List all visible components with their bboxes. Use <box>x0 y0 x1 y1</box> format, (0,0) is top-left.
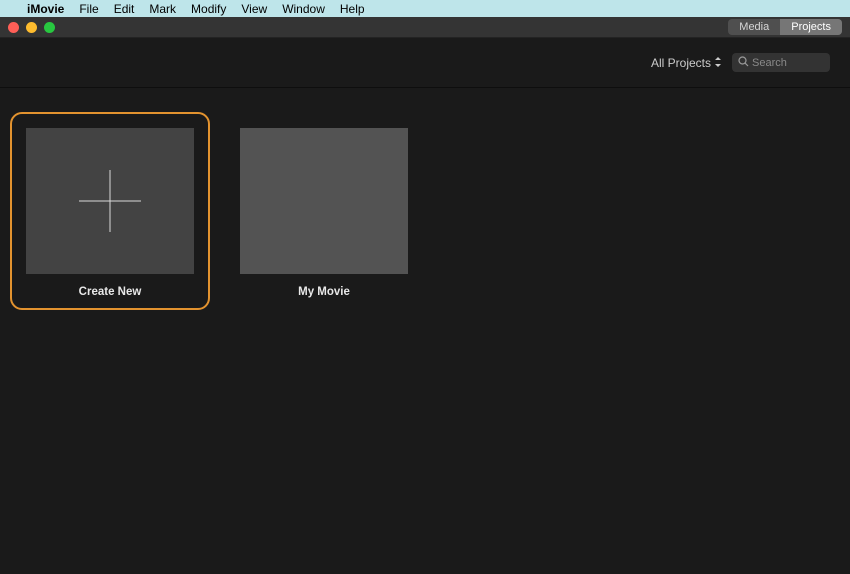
window-title-bar: Media Projects <box>0 17 850 38</box>
window-controls <box>8 22 55 33</box>
menu-modify[interactable]: Modify <box>191 2 226 16</box>
menu-bar: iMovie File Edit Mark Modify View Window… <box>0 0 850 17</box>
menu-window[interactable]: Window <box>282 2 325 16</box>
projects-grid: Create New My Movie <box>0 88 850 334</box>
segment-media[interactable]: Media <box>728 19 780 35</box>
menu-edit[interactable]: Edit <box>114 2 135 16</box>
menu-mark[interactable]: Mark <box>149 2 176 16</box>
search-input[interactable] <box>732 53 830 72</box>
segment-projects[interactable]: Projects <box>780 19 842 35</box>
project-label: My Movie <box>298 286 350 298</box>
menu-help[interactable]: Help <box>340 2 365 16</box>
menu-view[interactable]: View <box>241 2 267 16</box>
maximize-window-button[interactable] <box>44 22 55 33</box>
create-new-tile-frame: Create New <box>10 112 210 310</box>
search-field-wrap <box>732 53 830 72</box>
menu-file[interactable]: File <box>79 2 98 16</box>
view-segmented-control: Media Projects <box>728 19 842 35</box>
project-thumbnail <box>240 128 408 274</box>
filter-all-projects[interactable]: All Projects <box>651 56 722 70</box>
app-menu[interactable]: iMovie <box>27 2 64 16</box>
create-new-tile[interactable]: Create New <box>10 112 210 310</box>
sort-icon <box>714 57 722 69</box>
project-tile[interactable]: My Movie <box>224 112 424 310</box>
plus-icon <box>79 170 141 232</box>
filter-label-text: All Projects <box>651 56 711 70</box>
create-new-label: Create New <box>79 286 142 298</box>
project-tile-frame: My Movie <box>224 112 424 310</box>
close-window-button[interactable] <box>8 22 19 33</box>
minimize-window-button[interactable] <box>26 22 37 33</box>
projects-toolbar: All Projects <box>0 38 850 88</box>
create-new-thumbnail <box>26 128 194 274</box>
